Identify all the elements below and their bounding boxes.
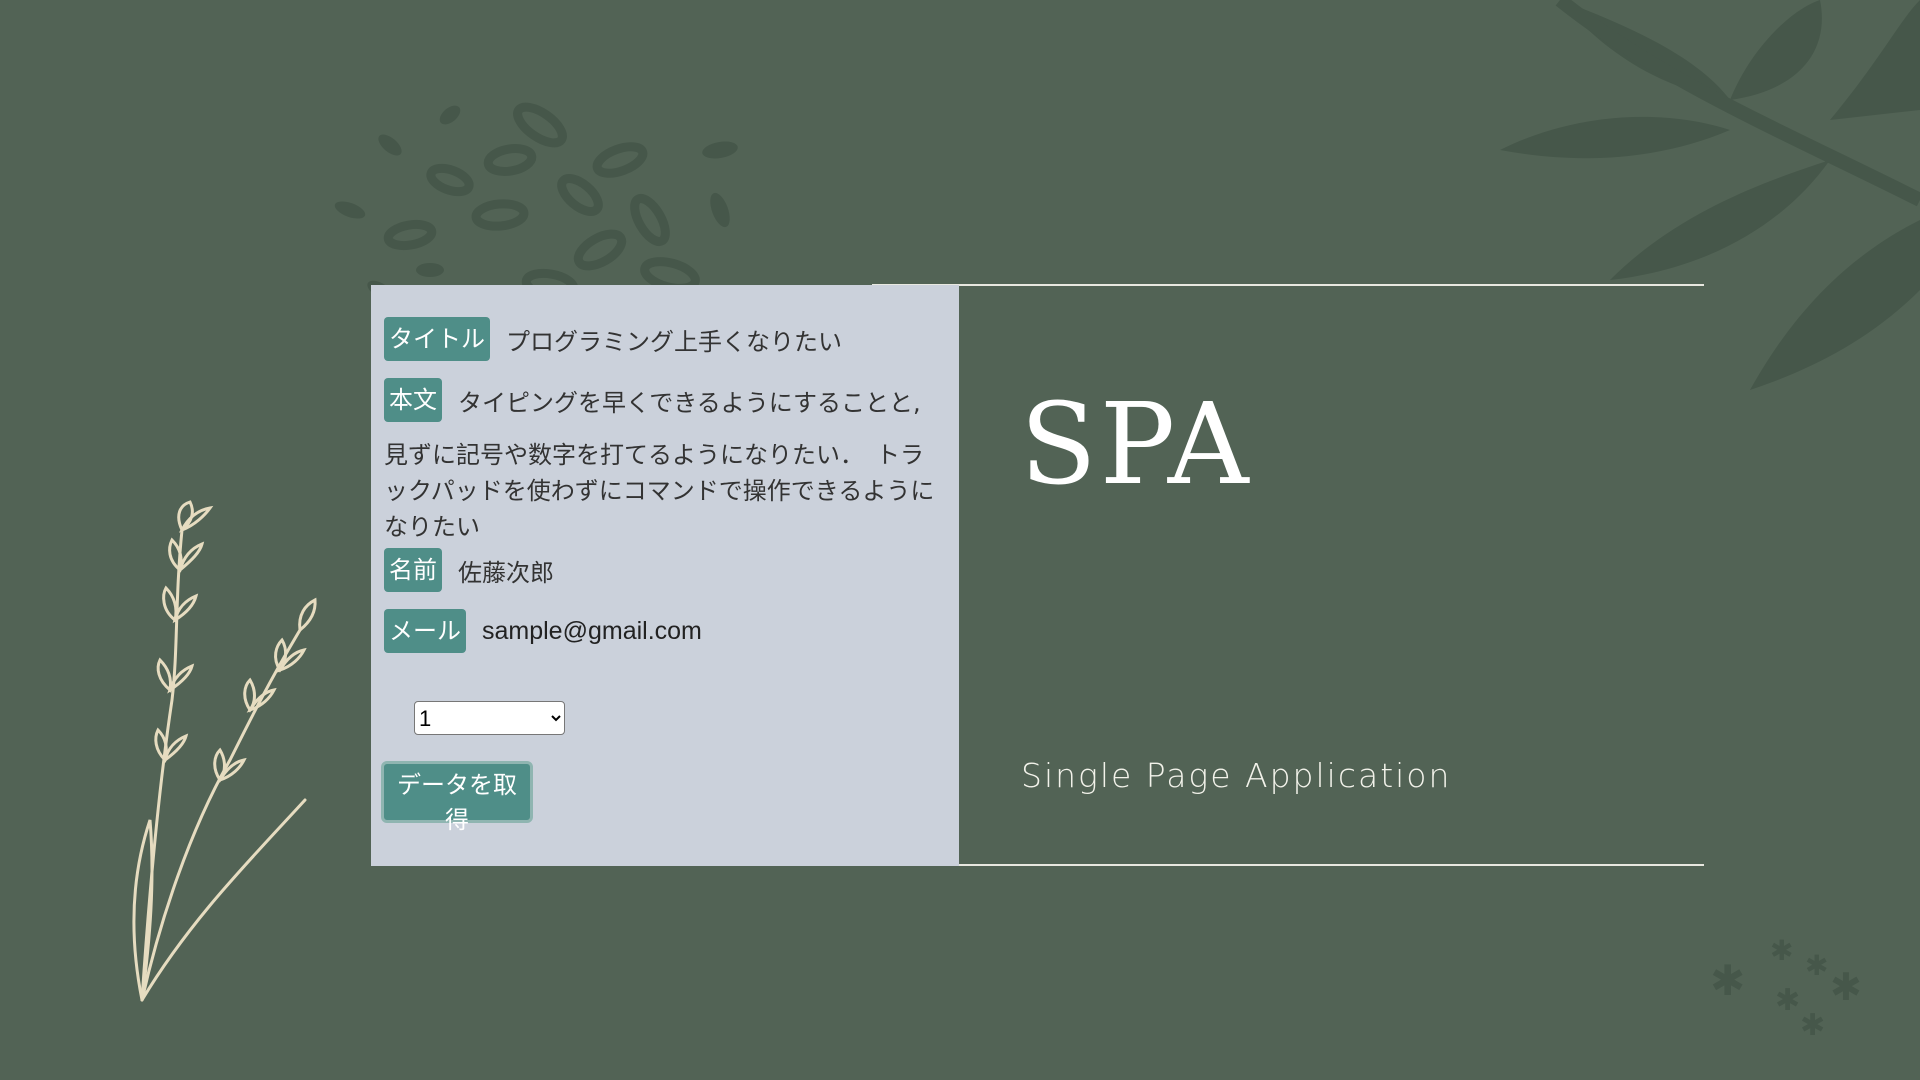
fetch-data-button[interactable]: データを取得 (381, 761, 533, 834)
large-leaf-icon (1500, 0, 1920, 390)
svg-text:✱: ✱ (1830, 965, 1862, 1009)
title-label: タイトル (384, 317, 490, 361)
title-value: プログラミング上手くなりたい (506, 327, 842, 356)
svg-text:✱: ✱ (1770, 934, 1793, 967)
hero-title: SPA (1020, 380, 1252, 510)
svg-text:✱: ✱ (1710, 956, 1745, 1005)
email-value: sample@gmail.com (482, 616, 702, 645)
name-label: 名前 (384, 548, 442, 592)
bottom-divider (872, 864, 1704, 866)
body-first-line: タイピングを早くできるようにすることと, (458, 388, 921, 417)
star-scatter-icon: ✱ ✱ ✱ ✱ ✱ ✱ (1710, 934, 1862, 1040)
plant-sprig-icon (132, 500, 317, 1002)
svg-text:✱: ✱ (1775, 983, 1800, 1018)
record-card: タイトル プログラミング上手くなりたい 本文 タイピングを早くできるようにするこ… (371, 285, 959, 866)
name-value: 佐藤次郎 (458, 558, 554, 587)
name-row: 名前 佐藤次郎 (384, 548, 554, 592)
email-label: メール (384, 609, 466, 653)
top-divider (872, 284, 1704, 286)
body-row: 本文 タイピングを早くできるようにすることと, (384, 378, 921, 422)
leaf-cluster-icon (334, 102, 738, 300)
body-label: 本文 (384, 378, 442, 422)
email-row: メール sample@gmail.com (384, 609, 702, 653)
svg-text:✱: ✱ (1805, 949, 1828, 982)
title-row: タイトル プログラミング上手くなりたい (384, 317, 842, 361)
record-select[interactable]: 1 (414, 701, 565, 735)
hero-subtitle: Single Page Application (1021, 756, 1452, 795)
body-text: 見ずに記号や数字を打てるようになりたい． トラックパッドを使わずにコマンドで操作… (384, 441, 935, 541)
svg-text:✱: ✱ (1800, 1008, 1825, 1040)
